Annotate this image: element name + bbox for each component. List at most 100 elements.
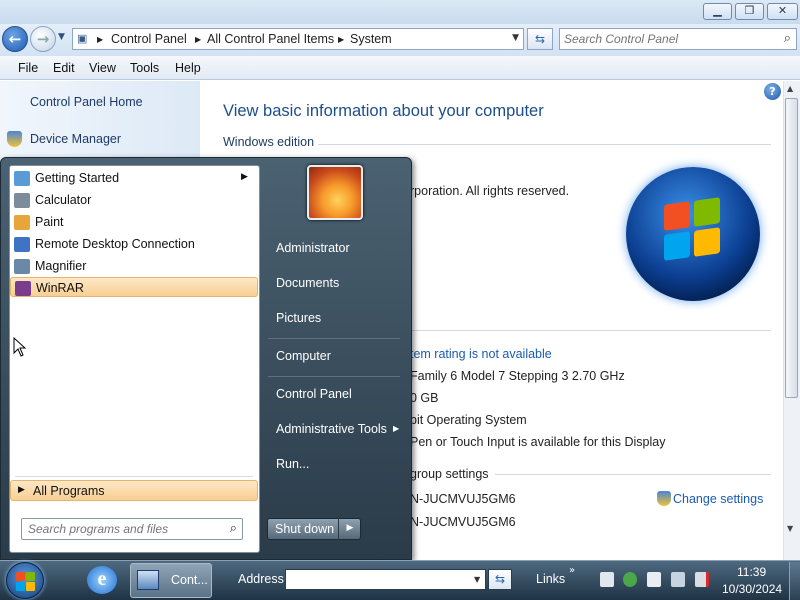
start-item-remote-desktop[interactable]: Remote Desktop Connection — [10, 234, 258, 254]
address-bar[interactable]: ▣ ▶ Control Panel ▶ All Control Panel It… — [72, 28, 524, 50]
chevron-right-icon: ▶ — [18, 485, 25, 495]
refresh-icon: ⇆ — [534, 32, 546, 46]
start-search-box[interactable]: ⌕ — [21, 518, 243, 540]
page-title: View basic information about your comput… — [223, 102, 544, 120]
windows-logo — [626, 167, 760, 301]
system-rating-link[interactable]: tem rating is not available — [410, 347, 552, 361]
minimize-button[interactable]: ▁ — [703, 3, 732, 20]
refresh-button[interactable]: ⇆ — [527, 28, 553, 50]
scrollbar-thumb[interactable] — [785, 98, 798, 398]
mouse-cursor-icon — [13, 337, 27, 357]
getting-started-icon — [14, 171, 30, 186]
winrar-icon — [15, 281, 31, 296]
flag-icon[interactable] — [647, 572, 661, 587]
navigation-bar: ← → ▼ ▣ ▶ Control Panel ▶ All Control Pa… — [0, 24, 800, 56]
submenu-arrow-icon[interactable]: ▶ — [393, 424, 399, 433]
help-icon[interactable]: ? — [764, 83, 781, 100]
start-button[interactable] — [6, 562, 44, 599]
start-item-paint[interactable]: Paint — [10, 212, 258, 232]
menu-edit[interactable]: Edit — [53, 61, 75, 75]
clock-time[interactable]: 11:39 — [737, 565, 766, 579]
start-right-administrator[interactable]: Administrator — [276, 241, 350, 255]
workgroup-heading: group settings — [410, 467, 489, 481]
start-right-computer[interactable]: Computer — [276, 349, 331, 363]
address-go-button[interactable]: ⇆ — [488, 569, 512, 590]
device-manager-link[interactable]: Device Manager — [30, 132, 121, 146]
forward-button[interactable]: → — [30, 26, 56, 52]
back-button[interactable]: ← — [2, 26, 28, 52]
start-right-run[interactable]: Run... — [276, 457, 309, 471]
clock-date[interactable]: 10/30/2024 — [722, 582, 782, 596]
network-icon[interactable] — [671, 572, 685, 587]
start-item-label: WinRAR — [36, 281, 84, 295]
maximize-button[interactable]: ❐ — [735, 3, 764, 20]
search-icon[interactable]: ⌕ — [230, 521, 237, 536]
menu-view[interactable]: View — [89, 61, 116, 75]
shut-down-options-arrow-icon[interactable]: ▶ — [338, 518, 361, 540]
internet-explorer-icon[interactable]: e — [87, 566, 117, 594]
menu-help[interactable]: Help — [175, 61, 201, 75]
links-toolbar-label[interactable]: Links — [536, 572, 565, 586]
divider — [318, 144, 771, 145]
close-button[interactable]: ✕ — [767, 3, 798, 20]
start-right-administrative-tools[interactable]: Administrative Tools — [276, 422, 387, 436]
menu-bar: File Edit View Tools Help — [0, 56, 800, 80]
change-settings-link[interactable]: Change settings — [673, 492, 763, 506]
document-tray-icon[interactable] — [600, 572, 614, 587]
recent-pages-dropdown-icon[interactable]: ▼ — [58, 32, 65, 42]
address-dropdown-icon[interactable]: ▼ — [512, 33, 519, 43]
title-bar[interactable]: ▁ ❐ ✕ — [0, 0, 800, 24]
user-avatar[interactable] — [307, 165, 363, 220]
chevron-right-icon[interactable]: ▶ — [338, 35, 344, 44]
scroll-up-icon[interactable]: ▲ — [787, 84, 793, 93]
start-right-pictures[interactable]: Pictures — [276, 311, 321, 325]
windows-edition-heading: Windows edition — [223, 135, 315, 149]
all-programs-label: All Programs — [33, 484, 105, 498]
computer-name-value: N-JUCMVUJ5GM6 — [410, 492, 516, 506]
search-box[interactable]: ⌕ — [559, 28, 797, 50]
start-item-magnifier[interactable]: Magnifier — [10, 256, 258, 276]
divider — [15, 476, 253, 477]
start-item-calculator[interactable]: Calculator — [10, 190, 258, 210]
start-right-control-panel[interactable]: Control Panel — [276, 387, 352, 401]
breadcrumb-control-panel[interactable]: Control Panel — [111, 32, 187, 46]
control-panel-home-link[interactable]: Control Panel Home — [30, 95, 143, 109]
menu-file[interactable]: File — [18, 61, 38, 75]
breadcrumb-system[interactable]: System — [350, 32, 392, 46]
submenu-arrow-icon[interactable]: ▶ — [241, 172, 248, 182]
memory-value: 0 GB — [410, 391, 439, 405]
taskbar-control-panel-button[interactable]: Cont... — [130, 563, 212, 598]
calculator-icon — [14, 193, 30, 208]
close-icon: ✕ — [777, 4, 788, 17]
taskbar-address-input[interactable] — [285, 569, 486, 590]
start-item-label: Paint — [35, 215, 64, 229]
double-chevron-icon[interactable]: » — [569, 565, 575, 576]
forward-arrow-icon: → — [36, 30, 50, 48]
go-icon: ⇆ — [494, 572, 506, 586]
start-item-getting-started[interactable]: Getting Started — [10, 168, 258, 188]
address-toolbar-label: Address — [238, 572, 284, 586]
control-panel-icon — [137, 570, 159, 590]
show-desktop-button[interactable] — [789, 562, 800, 600]
start-item-label: Remote Desktop Connection — [35, 237, 195, 251]
search-icon[interactable]: ⌕ — [784, 31, 791, 46]
security-tray-icon[interactable] — [623, 572, 637, 587]
back-arrow-icon: ← — [8, 30, 22, 48]
breadcrumb-all-items[interactable]: All Control Panel Items — [207, 32, 334, 46]
chevron-right-icon[interactable]: ▶ — [97, 35, 103, 44]
full-computer-name-value: N-JUCMVUJ5GM6 — [410, 515, 516, 529]
shield-icon — [7, 131, 22, 147]
address-dropdown-icon[interactable]: ▼ — [474, 575, 480, 584]
start-search-input[interactable] — [28, 522, 218, 536]
scroll-down-icon[interactable]: ▼ — [787, 524, 793, 533]
search-input[interactable] — [564, 31, 772, 47]
volume-muted-icon[interactable] — [695, 572, 709, 587]
divider — [268, 338, 400, 339]
start-item-winrar[interactable]: WinRAR — [10, 277, 258, 297]
menu-tools[interactable]: Tools — [130, 61, 159, 75]
chevron-right-icon[interactable]: ▶ — [195, 35, 201, 44]
divider — [268, 376, 400, 377]
magnifier-icon — [14, 259, 30, 274]
start-right-documents[interactable]: Documents — [276, 276, 339, 290]
all-programs-button[interactable]: ▶ All Programs — [10, 480, 258, 501]
